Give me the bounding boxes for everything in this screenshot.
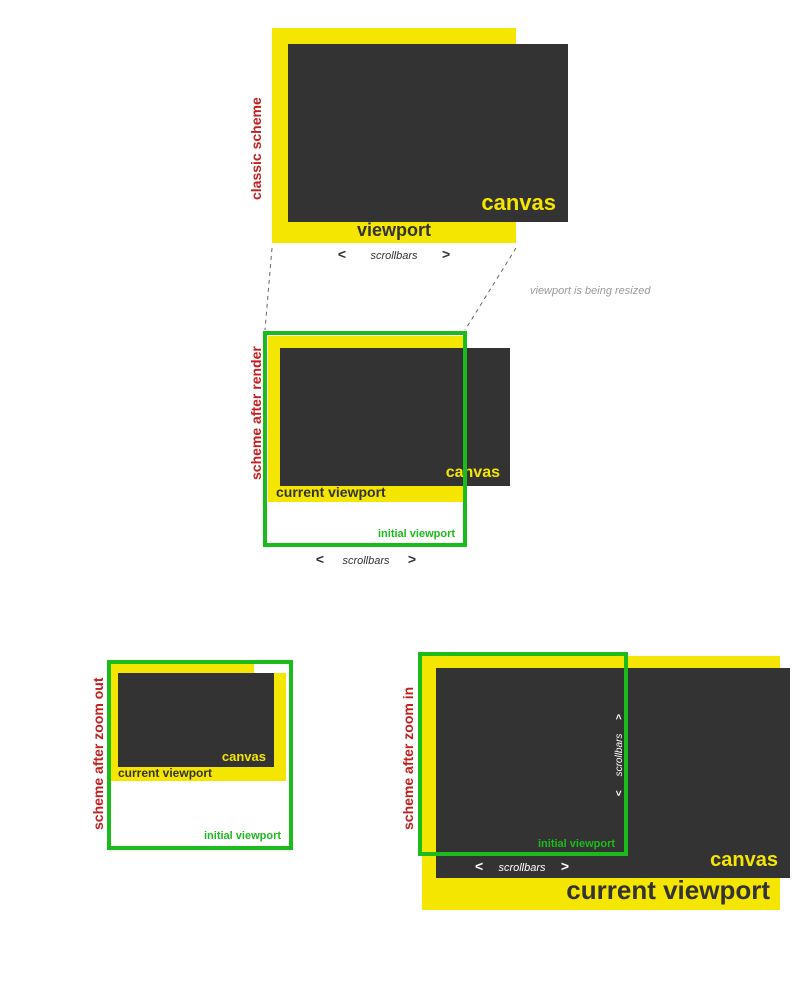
chevron-left-icon: <	[475, 858, 483, 874]
chevron-left-icon: <	[614, 790, 625, 796]
zoomin-initial-viewport-label: initial viewport	[538, 838, 615, 850]
zoomin-scrollbar-col: < scrollbars >	[614, 670, 625, 840]
render-initial-viewport-label: initial viewport	[378, 528, 455, 540]
label-scheme-after-zoom-in: scheme after zoom in	[400, 687, 416, 830]
render-scrollbars-label: scrollbars	[342, 555, 389, 567]
chevron-right-icon: >	[614, 714, 625, 720]
chevron-right-icon: >	[408, 551, 416, 567]
zoomin-scrollbars-label-v: scrollbars	[614, 734, 625, 777]
zoomin-canvas-label: canvas	[710, 849, 778, 872]
zoomin-scrollbar-row: < scrollbars >	[422, 858, 622, 874]
render-scrollbar-row: < scrollbars >	[268, 551, 464, 567]
resize-note: viewport is being resized	[530, 285, 650, 297]
chevron-left-icon: <	[316, 551, 324, 567]
label-scheme-after-render: scheme after render	[248, 346, 264, 480]
chevron-right-icon: >	[561, 858, 569, 874]
zoomin-current-viewport-label: current viewport	[566, 875, 770, 906]
label-scheme-after-zoom-out: scheme after zoom out	[90, 678, 106, 830]
render-initial-viewport	[263, 331, 467, 547]
zoomin-initial-viewport	[418, 652, 628, 856]
zoomout-initial-viewport-label: initial viewport	[204, 830, 281, 842]
zoomout-initial-viewport	[107, 660, 293, 850]
zoomin-scrollbars-label: scrollbars	[498, 862, 545, 874]
